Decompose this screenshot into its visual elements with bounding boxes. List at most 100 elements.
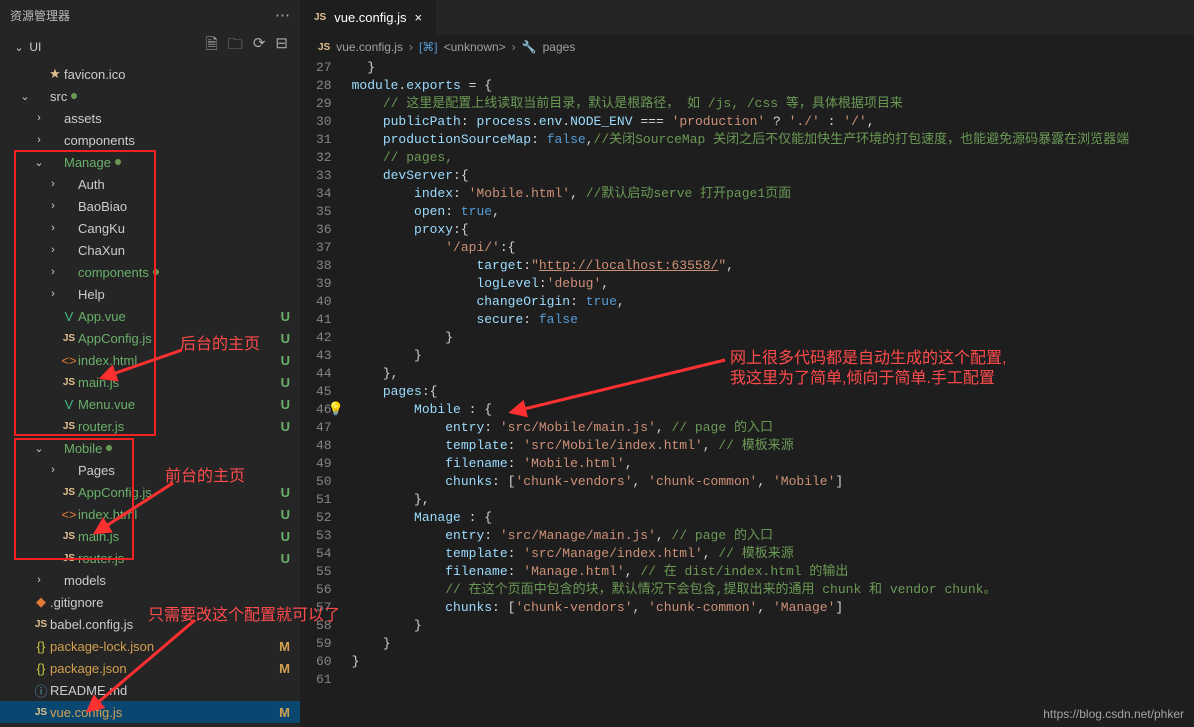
code-line[interactable]: productionSourceMap: false,//关闭SourceMap… (346, 131, 1194, 149)
tree-item[interactable]: JSrouter.jsU (0, 547, 300, 569)
code-line[interactable]: pages:{ (346, 383, 1194, 401)
tree-item[interactable]: ⌄Mobile (0, 437, 300, 459)
code-line[interactable]: module.exports = { (346, 77, 1194, 95)
tree-item[interactable]: JSbabel.config.js (0, 613, 300, 635)
file-icon: ◆ (32, 594, 50, 610)
tree-item[interactable]: JSAppConfig.jsU (0, 327, 300, 349)
more-icon[interactable]: ⋯ (275, 6, 290, 24)
tree-item[interactable]: <>index.htmlU (0, 503, 300, 525)
chevron-icon: › (46, 266, 60, 278)
tree-item[interactable]: JSmain.jsU (0, 525, 300, 547)
tree-item[interactable]: <>index.htmlU (0, 349, 300, 371)
file-icon: V (60, 309, 78, 324)
file-icon: ★ (46, 66, 64, 82)
new-folder-icon[interactable]: 🗀 (228, 34, 243, 59)
tree-label: Help (78, 287, 105, 302)
code-line[interactable]: template: 'src/Manage/index.html', // 模板… (346, 545, 1194, 563)
tree-item[interactable]: ⌄Manage (0, 151, 300, 173)
code-line[interactable]: changeOrigin: true, (346, 293, 1194, 311)
code-line[interactable]: index: 'Mobile.html', //默认启动serve 打开page… (346, 185, 1194, 203)
code-line[interactable]: target:"http://localhost:63558/", (346, 257, 1194, 275)
line-number: 45 (310, 383, 332, 401)
code-content[interactable]: }module.exports = { // 这里是配置上线读取当前目录，默认是… (346, 59, 1194, 727)
code-line[interactable]: } (346, 59, 1194, 77)
code-line[interactable]: // 这里是配置上线读取当前目录，默认是根路径， 如 /js, /css 等，具… (346, 95, 1194, 113)
code-line[interactable]: } (346, 329, 1194, 347)
tree-item[interactable]: JSAppConfig.jsU (0, 481, 300, 503)
code-line[interactable]: chunks: ['chunk-vendors', 'chunk-common'… (346, 599, 1194, 617)
editor-area: JS vue.config.js × JS vue.config.js › [⌘… (300, 0, 1194, 727)
tree-item[interactable]: ›Pages (0, 459, 300, 481)
code-line[interactable]: }, (346, 365, 1194, 383)
tree-item[interactable]: JSmain.jsU (0, 371, 300, 393)
tree-item[interactable]: › Help (0, 283, 300, 305)
code-line[interactable]: filename: 'Manage.html', // 在 dist/index… (346, 563, 1194, 581)
code-line[interactable]: 💡 Mobile : { (346, 401, 1194, 419)
lightbulb-icon[interactable]: 💡 (328, 401, 344, 419)
dirty-dot (106, 445, 112, 451)
code-line[interactable]: } (346, 653, 1194, 671)
collapse-icon[interactable]: ⊟ (275, 34, 288, 59)
tree-item[interactable]: ›ChaXun (0, 239, 300, 261)
code-line[interactable]: }, (346, 491, 1194, 509)
code-line[interactable]: Manage : { (346, 509, 1194, 527)
vcs-status: M (279, 661, 290, 676)
breadcrumb-sep: › (409, 40, 413, 54)
tree-label: main.js (78, 375, 119, 390)
tree-item[interactable]: ›components (0, 129, 300, 151)
tree-item[interactable]: ★favicon.ico (0, 63, 300, 85)
tree-item[interactable]: {}package-lock.jsonM (0, 635, 300, 657)
project-root[interactable]: ⌄ UI 🗎 🗀 ⟳ ⊟ (0, 30, 300, 63)
line-number: 32 (310, 149, 332, 167)
tree-item[interactable]: ›models (0, 569, 300, 591)
line-number: 27 (310, 59, 332, 77)
tree-item[interactable]: ◆.gitignore (0, 591, 300, 613)
code-line[interactable]: // pages, (346, 149, 1194, 167)
vcs-status: U (281, 507, 290, 522)
code-line[interactable] (346, 671, 1194, 689)
code-line[interactable]: '/api/':{ (346, 239, 1194, 257)
editor-tabs: JS vue.config.js × (300, 0, 1194, 35)
code-line[interactable]: } (346, 617, 1194, 635)
tree-item[interactable]: VApp.vueU (0, 305, 300, 327)
code-line[interactable]: publicPath: process.env.NODE_ENV === 'pr… (346, 113, 1194, 131)
line-number: 51 (310, 491, 332, 509)
line-number: 37 (310, 239, 332, 257)
close-icon[interactable]: × (415, 10, 423, 25)
new-file-icon[interactable]: 🗎 (206, 34, 218, 59)
tree-item[interactable]: ⓘREADME.md (0, 679, 300, 701)
code-line[interactable]: secure: false (346, 311, 1194, 329)
tree-item[interactable]: ›BaoBiao (0, 195, 300, 217)
tree-item[interactable]: JSrouter.jsU (0, 415, 300, 437)
tree-item[interactable]: ›Auth (0, 173, 300, 195)
code-line[interactable]: } (346, 635, 1194, 653)
code-line[interactable]: filename: 'Mobile.html', (346, 455, 1194, 473)
tree-item[interactable]: JSvue.config.jsM (0, 701, 300, 723)
code-editor[interactable]: 2728293031323334353637383940414243444546… (300, 59, 1194, 727)
tree-label: Menu.vue (78, 397, 135, 412)
breadcrumb[interactable]: JS vue.config.js › [⌘] <unknown> › 🔧 pag… (300, 35, 1194, 59)
tree-item[interactable]: ⌄src (0, 85, 300, 107)
code-line[interactable]: // 在这个页面中包含的块，默认情况下会包含,提取出来的通用 chunk 和 v… (346, 581, 1194, 599)
tree-item[interactable]: ›assets (0, 107, 300, 129)
code-line[interactable]: entry: 'src/Mobile/main.js', // page 的入口 (346, 419, 1194, 437)
code-line[interactable]: } (346, 347, 1194, 365)
tab-vue-config[interactable]: JS vue.config.js × (300, 0, 437, 35)
line-number: 52 (310, 509, 332, 527)
tree-item[interactable]: VMenu.vueU (0, 393, 300, 415)
code-line[interactable]: template: 'src/Mobile/index.html', // 模板… (346, 437, 1194, 455)
code-line[interactable]: entry: 'src/Manage/main.js', // page 的入口 (346, 527, 1194, 545)
chevron-icon: › (46, 288, 60, 300)
tree-item[interactable]: {}package.jsonM (0, 657, 300, 679)
code-line[interactable]: devServer:{ (346, 167, 1194, 185)
refresh-icon[interactable]: ⟳ (253, 34, 266, 59)
chevron-icon: ⌄ (32, 442, 46, 455)
code-line[interactable]: logLevel:'debug', (346, 275, 1194, 293)
tree-item[interactable]: ›CangKu (0, 217, 300, 239)
chevron-icon: › (46, 200, 60, 212)
file-icon: ⓘ (32, 681, 50, 700)
code-line[interactable]: open: true, (346, 203, 1194, 221)
tree-item[interactable]: ›components (0, 261, 300, 283)
code-line[interactable]: chunks: ['chunk-vendors', 'chunk-common'… (346, 473, 1194, 491)
code-line[interactable]: proxy:{ (346, 221, 1194, 239)
